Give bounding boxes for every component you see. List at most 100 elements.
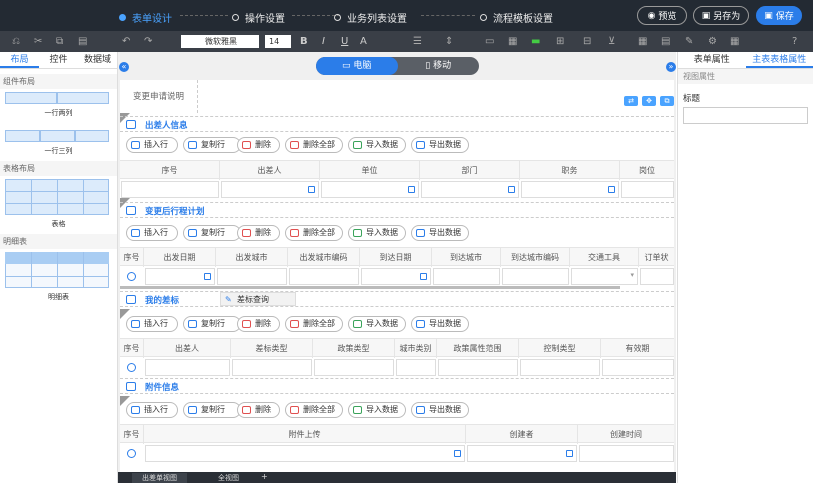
cut-icon[interactable]: ✂ [34,36,42,47]
tab-controls[interactable]: 控件 [39,52,78,68]
standard-query-button[interactable]: ✎ 差标查询 [220,292,296,306]
component-detail-table[interactable]: 明细表 [5,252,112,302]
edit-icon[interactable]: ✎ [685,36,693,47]
merge-cells-icon[interactable]: ⊟ [583,36,591,47]
collapse-left-icon[interactable]: « [119,62,129,72]
help-icon[interactable]: ? [792,36,797,47]
line-height-icon[interactable]: ⇕ [445,36,453,47]
step-business-list-settings[interactable]: 业务列表设置 [334,10,407,25]
italic-button[interactable]: I [322,36,325,47]
grid-icon[interactable]: ▦ [730,36,739,47]
bold-button[interactable]: B [300,36,308,47]
tab-main-table-properties[interactable]: 主表表格属性 [745,52,813,68]
title-cell[interactable]: 变更申请说明 [120,80,198,113]
tab-form-properties[interactable]: 表单属性 [678,52,746,68]
font-color-button[interactable]: A [360,36,367,47]
cell-arrive-city[interactable] [433,268,500,285]
insert-row-button[interactable]: 插入行 [126,402,178,418]
cell-arrive-city-code[interactable] [502,268,569,285]
insert-row-button[interactable]: 插入行 [126,225,178,241]
move-icon[interactable]: ✥ [642,96,656,106]
cell-created-time[interactable] [579,445,674,462]
delete-button[interactable]: 删除 [237,225,280,241]
tool-icon[interactable]: ⚙ [708,36,717,47]
border-color-icon[interactable]: ▦ [508,36,517,47]
insert-icon[interactable]: ⊻ [608,36,615,47]
undo-history-icon[interactable]: ⎌ [12,36,20,47]
export-data-button[interactable]: 导出数据 [411,137,469,153]
align-icon[interactable]: ☰ [413,36,422,47]
font-size-select[interactable]: 14 [265,35,291,48]
cell-transport[interactable]: ▾ [571,268,638,285]
cell-validity[interactable] [602,359,674,376]
export-data-button[interactable]: 导出数据 [411,402,469,418]
collapse-right-icon[interactable]: » [666,62,676,72]
font-family-select[interactable]: 微软雅黑 [181,35,259,48]
component-two-col[interactable]: 一行两列 [5,92,112,118]
insert-row-button[interactable]: 插入行 [126,316,178,332]
cell-attachment-upload[interactable] [145,445,465,462]
component-three-col[interactable]: 一行三列 [5,130,112,156]
horizontal-scrollbar[interactable] [120,286,620,289]
save-as-button[interactable]: ▣ 另存为 [693,6,749,25]
cell-depart-city-code[interactable] [289,268,359,285]
delete-all-button[interactable]: 删除全部 [285,225,343,241]
save-button[interactable]: ▣ 保存 [756,6,802,25]
title-input[interactable] [683,107,808,124]
copy-icon[interactable]: ⧉ [56,36,63,47]
undo-icon[interactable]: ↶ [122,36,130,47]
tab-data-domain[interactable]: 数据域 [78,52,117,68]
cell-control-type[interactable] [520,359,600,376]
insert-row-button[interactable]: 插入行 [126,137,178,153]
fill-color-icon[interactable]: ▬ [531,36,540,47]
import-data-button[interactable]: 导入数据 [348,402,406,418]
cell-department[interactable] [421,181,519,198]
cell-post[interactable] [621,181,674,198]
table-grid-icon[interactable]: ⊞ [556,36,564,47]
cell-policy-scope[interactable] [438,359,518,376]
tab-pc[interactable]: ▭ 电脑 [316,57,398,75]
import-data-button[interactable]: 导入数据 [348,137,406,153]
delete-all-button[interactable]: 删除全部 [285,137,343,153]
step-flow-template-settings[interactable]: 流程模板设置 [480,10,553,25]
cell-standard-type[interactable] [232,359,312,376]
cell-city-category[interactable] [396,359,436,376]
format-icon[interactable]: ▦ [638,36,647,47]
preview-button[interactable]: ◉ 预览 [637,6,687,25]
cell-depart-city[interactable] [217,268,287,285]
layout-icon[interactable]: ▤ [661,36,670,47]
cell-policy-type[interactable] [314,359,394,376]
underline-button[interactable]: U [341,36,348,47]
paste-icon[interactable]: ▤ [78,36,87,47]
export-data-button[interactable]: 导出数据 [411,316,469,332]
cell-index[interactable] [121,181,219,198]
delete-button[interactable]: 删除 [237,316,280,332]
tab-mobile[interactable]: ▯ 移动 [398,57,480,75]
step-form-design[interactable]: 表单设计 [119,10,172,25]
border-style-icon[interactable]: ▭ [485,36,494,47]
cell-traveler[interactable] [221,181,319,198]
cell-unit[interactable] [321,181,419,198]
step-operation-settings[interactable]: 操作设置 [232,10,285,25]
cell-creator[interactable] [467,445,577,462]
cell-order-status[interactable] [640,268,674,285]
copy-row-button[interactable]: 复制行 [183,137,241,153]
delete-all-button[interactable]: 删除全部 [285,402,343,418]
cell-depart-date[interactable] [145,268,215,285]
cell-traveler[interactable] [145,359,230,376]
import-data-button[interactable]: 导入数据 [348,225,406,241]
tab-layout[interactable]: 布局 [0,52,39,68]
cell-arrive-date[interactable] [361,268,431,285]
cell-position[interactable] [521,181,619,198]
redo-icon[interactable]: ↷ [144,36,152,47]
component-table[interactable]: 表格 [5,179,112,229]
copy-row-button[interactable]: 复制行 [183,402,241,418]
copy-block-icon[interactable]: ⧉ [660,96,674,106]
tab-trip-view[interactable]: 出差单视图 [132,473,187,483]
delete-button[interactable]: 删除 [237,137,280,153]
export-data-button[interactable]: 导出数据 [411,225,469,241]
shrink-icon[interactable]: ⇄ [624,96,638,106]
tab-full-view[interactable]: 全视图 [218,473,239,483]
copy-row-button[interactable]: 复制行 [183,225,241,241]
delete-all-button[interactable]: 删除全部 [285,316,343,332]
